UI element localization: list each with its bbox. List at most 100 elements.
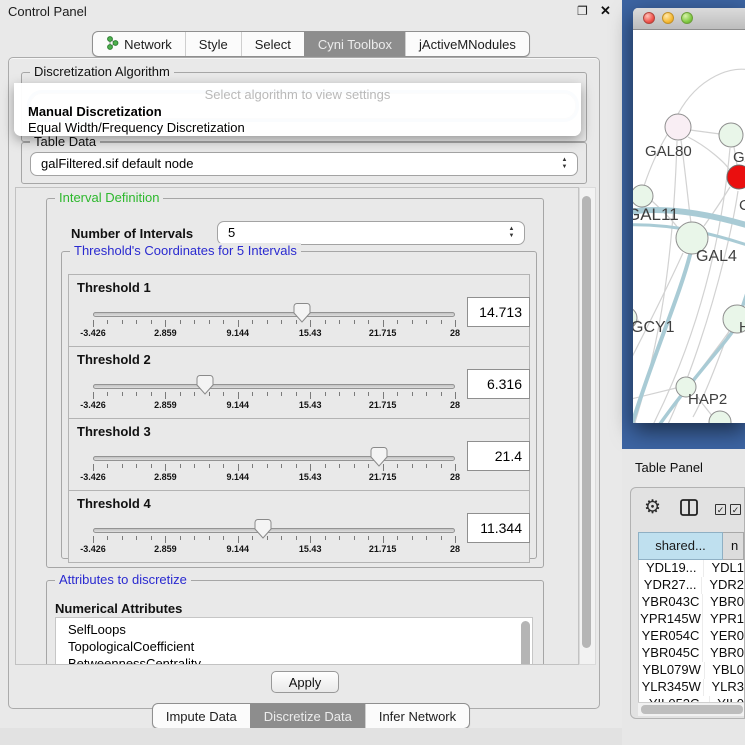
horizontal-scrollbar[interactable] xyxy=(638,702,744,716)
tick-mark xyxy=(165,464,166,471)
cell-name: YBR0 xyxy=(703,594,744,611)
network-node-green[interactable] xyxy=(719,123,743,147)
algorithm-option-manual-discretization[interactable]: Manual Discretization xyxy=(14,104,581,120)
table-row-ybl079w[interactable]: YBL079WYBL0 xyxy=(639,662,744,679)
table-row-ybr045c[interactable]: YBR045CYBR0 xyxy=(639,645,744,662)
thresholds-group: Threshold's Coordinates for 5 Intervals … xyxy=(61,251,537,559)
threshold-value-field[interactable]: 14.713 xyxy=(467,297,530,327)
attribute-item-selfloops[interactable]: SelfLoops xyxy=(56,621,532,638)
spinner-arrows-icon[interactable]: ▲▼ xyxy=(559,157,570,171)
checkbox-filter-icon[interactable]: ✓ xyxy=(715,504,726,515)
table-row-ydr27[interactable]: YDR27...YDR2 xyxy=(639,577,744,594)
table-data-combo[interactable]: galFiltered.sif default node ▲▼ xyxy=(30,152,578,176)
checkbox-filter-icon-2[interactable]: ✓ xyxy=(730,504,741,515)
tick-mark xyxy=(107,392,108,396)
network-graph[interactable]: GAL80GACGAL11GAL4GCY1HHAP2 xyxy=(633,29,745,423)
table-data-group: Table Data galFiltered.sif default node … xyxy=(21,142,587,184)
vertical-scrollbar[interactable] xyxy=(579,187,596,665)
threshold-slider[interactable]: -3.4262.8599.14415.4321.71528 xyxy=(93,521,455,559)
interval-definition-group: Interval Definition Number of Intervals … xyxy=(46,198,544,568)
threshold-label: Threshold 3 xyxy=(77,424,151,439)
column-header-shared-name[interactable]: shared... xyxy=(638,532,723,560)
threshold-slider[interactable]: -3.4262.8599.14415.4321.71528 xyxy=(93,377,455,415)
horizontal-scrollbar-thumb[interactable] xyxy=(641,705,743,714)
tick-mark xyxy=(368,464,369,468)
tick-mark xyxy=(209,536,210,540)
tick-mark xyxy=(426,320,427,324)
bottom-tab-discretize-data[interactable]: Discretize Data xyxy=(250,704,365,728)
zoom-window-icon[interactable] xyxy=(681,12,693,24)
tab-jactivemnodules[interactable]: jActiveMNodules xyxy=(405,32,529,56)
table-row-ylr345w[interactable]: YLR345WYLR3 xyxy=(639,679,744,696)
panel-title: Control Panel xyxy=(8,4,87,19)
table-row-ybr043c[interactable]: YBR043CYBR0 xyxy=(639,594,744,611)
threshold-slider[interactable]: -3.4262.8599.14415.4321.71528 xyxy=(93,449,455,487)
close-window-icon[interactable] xyxy=(643,12,655,24)
threshold-value-field[interactable]: 6.316 xyxy=(467,369,530,399)
network-edge[interactable] xyxy=(678,69,745,114)
slider-handle[interactable] xyxy=(370,447,387,467)
network-edge[interactable] xyxy=(633,141,677,423)
tick-mark xyxy=(252,464,253,468)
network-window-titlebar[interactable] xyxy=(633,8,745,30)
tick-mark xyxy=(339,320,340,324)
bottom-tab-impute-data[interactable]: Impute Data xyxy=(153,704,250,728)
slider-track[interactable] xyxy=(93,528,455,533)
vertical-scrollbar-thumb[interactable] xyxy=(582,196,591,648)
column-header-name[interactable]: n xyxy=(723,532,744,560)
slider-track[interactable] xyxy=(93,312,455,317)
threshold-row-1: Threshold 1 -3.4262.8599.14415.4321.7152… xyxy=(68,274,530,347)
tick-mark xyxy=(354,464,355,468)
cell-shared-name: YBR043C xyxy=(639,594,703,611)
network-node-pink[interactable] xyxy=(665,114,691,140)
tick-mark xyxy=(194,464,195,468)
spinner-arrows-icon[interactable]: ▲▼ xyxy=(506,226,517,240)
tick-mark xyxy=(93,536,94,543)
cell-name: YPR1 xyxy=(703,611,744,628)
gear-icon[interactable]: ⚙ xyxy=(644,496,661,519)
network-node-red[interactable] xyxy=(727,165,745,189)
threshold-value-field[interactable]: 21.4 xyxy=(467,441,530,471)
threshold-slider[interactable]: -3.4262.8599.14415.4321.71528 xyxy=(93,305,455,343)
tick-mark xyxy=(194,536,195,540)
tab-network[interactable]: Network xyxy=(93,32,185,56)
tick-mark xyxy=(354,536,355,540)
tick-mark xyxy=(368,536,369,540)
tab-cyni-toolbox[interactable]: Cyni Toolbox xyxy=(304,32,405,56)
threshold-value-field[interactable]: 11.344 xyxy=(467,513,530,543)
table-row-ydl19[interactable]: YDL19...YDL1 xyxy=(639,560,744,577)
network-node-green[interactable] xyxy=(633,185,653,207)
attributes-list-scrollbar[interactable] xyxy=(521,621,530,665)
close-panel-icon[interactable]: ✕ xyxy=(600,3,611,19)
tick-label: 9.144 xyxy=(227,472,250,482)
tab-label: Impute Data xyxy=(166,709,237,724)
cell-shared-name: YBR045C xyxy=(639,645,703,662)
attribute-item-topologicalcoefficient[interactable]: TopologicalCoefficient xyxy=(56,638,532,655)
bottom-tab-infer-network[interactable]: Infer Network xyxy=(365,704,469,728)
tick-mark xyxy=(383,392,384,399)
float-panel-icon[interactable]: ❐ xyxy=(577,4,588,18)
network-edge[interactable] xyxy=(690,130,720,134)
table-row-yer054c[interactable]: YER054CYER0 xyxy=(639,628,744,645)
columns-icon[interactable] xyxy=(680,499,698,521)
table-row-ypr145w[interactable]: YPR145WYPR1 xyxy=(639,611,744,628)
tick-mark xyxy=(180,320,181,324)
slider-handle[interactable] xyxy=(293,303,310,323)
slider-track[interactable] xyxy=(93,384,455,389)
tick-mark xyxy=(223,320,224,324)
tab-select[interactable]: Select xyxy=(241,32,304,56)
slider-track[interactable] xyxy=(93,456,455,461)
number-of-intervals-spinner[interactable]: 5 ▲▼ xyxy=(217,221,525,245)
tab-style[interactable]: Style xyxy=(185,32,241,56)
slider-handle[interactable] xyxy=(197,375,214,395)
slider-handle[interactable] xyxy=(255,519,272,539)
tick-label: 15.43 xyxy=(299,328,322,338)
apply-button[interactable]: Apply xyxy=(271,671,339,693)
network-node-green[interactable] xyxy=(709,411,731,423)
attributes-list[interactable]: SelfLoopsTopologicalCoefficientBetweenne… xyxy=(55,617,533,665)
attribute-item-betweennesscentrality[interactable]: BetweennessCentrality xyxy=(56,655,532,665)
minimize-window-icon[interactable] xyxy=(662,12,674,24)
cell-name: YBL0 xyxy=(705,662,744,679)
tick-label: 2.859 xyxy=(154,544,177,554)
algorithm-option-equal-width-frequency-discretization[interactable]: Equal Width/Frequency Discretization xyxy=(14,120,581,136)
